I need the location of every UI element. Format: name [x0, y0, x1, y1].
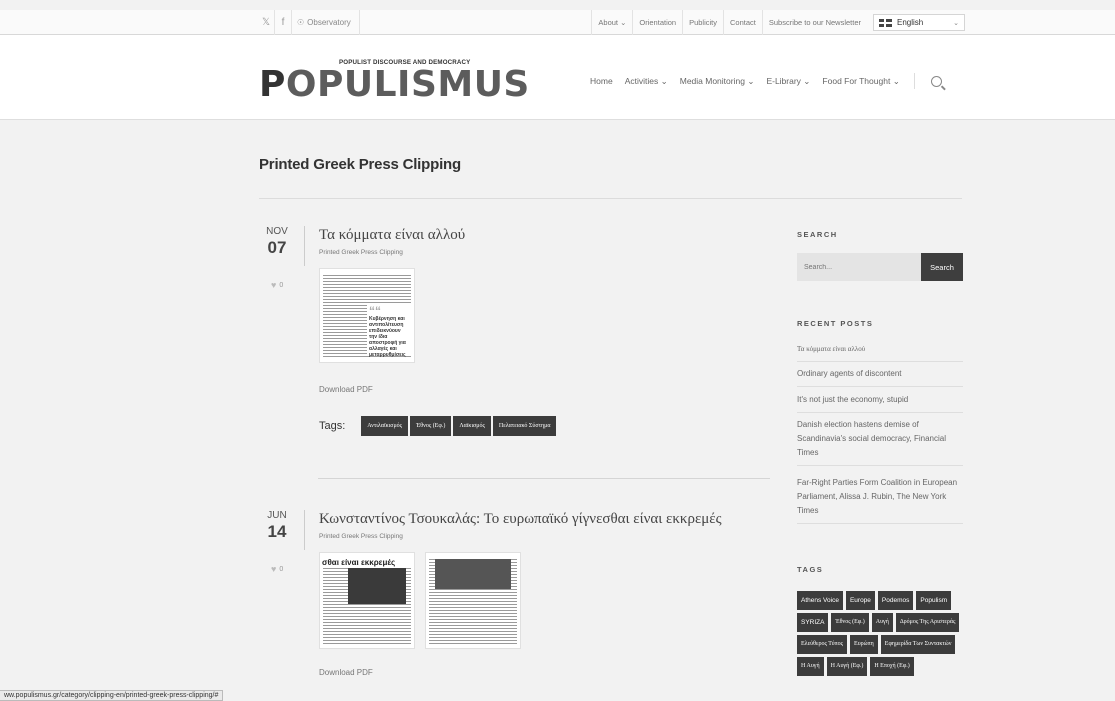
heart-icon: ♥ — [271, 280, 277, 290]
tag-link[interactable]: Η Εποχή (Εφ.) — [870, 657, 914, 676]
post-category-link[interactable]: Printed Greek Press Clipping — [319, 249, 403, 256]
tag-link[interactable]: Athens Voice — [797, 591, 843, 610]
clipping-thumbnail[interactable]: σθαι είναι εκκρεμές — [319, 552, 415, 649]
tag-link[interactable]: Πελατειακό Σύστημα — [492, 416, 557, 436]
language-select[interactable]: English ⌄ — [873, 14, 965, 31]
search-input[interactable] — [797, 253, 921, 281]
post-divider — [318, 478, 770, 479]
top-menu-publicity[interactable]: Publicity — [682, 10, 723, 35]
clipping-thumbnail[interactable]: ““ Κυβέρνηση και αντιπολίτευση επιδεικνύ… — [319, 268, 415, 363]
tag-link[interactable]: Αντιλαϊκισμός — [361, 416, 409, 436]
browser-status-bar: ww.populismus.gr/category/clipping-en/pr… — [0, 690, 224, 701]
recent-post-link[interactable]: Danish election hastens demise of Scandi… — [797, 418, 963, 466]
tag-link[interactable]: Αυγή — [871, 613, 893, 632]
post-date: JUN 14 — [267, 510, 287, 541]
post-date: NOV 07 — [266, 226, 288, 257]
observatory-link[interactable]: ☉ Observatory — [292, 10, 360, 35]
date-divider — [304, 510, 305, 550]
search-icon[interactable] — [930, 75, 942, 87]
tag-link[interactable]: Έθνος (Εφ.) — [410, 416, 452, 436]
nav-media-monitoring[interactable]: Media Monitoring ⌄ — [680, 76, 755, 87]
search-button[interactable]: Search — [921, 253, 963, 281]
tag-link[interactable]: Η Αυγή (Εφ.) — [826, 657, 868, 676]
heart-icon: ♥ — [271, 564, 277, 574]
tag-link[interactable]: Populism — [916, 591, 952, 610]
nav-e-library[interactable]: E-Library ⌄ — [766, 76, 810, 87]
post-category-link[interactable]: Printed Greek Press Clipping — [319, 533, 403, 540]
sidebar-search: Search — [797, 253, 963, 281]
chevron-down-icon: ⌄ — [953, 19, 959, 27]
nav-divider — [913, 73, 915, 89]
top-menu-about[interactable]: About ⌄ — [591, 10, 632, 35]
nav-home[interactable]: Home — [590, 76, 613, 86]
tag-link[interactable]: Ελεύθερος Τύπος — [797, 635, 848, 654]
tags-heading: TAGS — [797, 565, 824, 574]
post-tags: Tags: Αντιλαϊκισμός Έθνος (Εφ.) Λαϊκισμό… — [319, 416, 558, 436]
recent-post-link[interactable]: Far-Right Parties Form Coalition in Euro… — [797, 476, 963, 524]
clipping-pullquote: ““ Κυβέρνηση και αντιπολίτευση επιδεικνύ… — [367, 304, 412, 358]
tag-link[interactable]: SYRIZA — [797, 613, 829, 632]
facebook-icon[interactable]: f — [275, 10, 292, 35]
tag-link[interactable]: Εφημερίδα Των Συντακτών — [880, 635, 956, 654]
date-divider — [304, 226, 305, 266]
site-logo[interactable]: POPULIST DISCOURSE AND DEMOCRACY POPULIS… — [259, 59, 529, 105]
tag-link[interactable]: Δρόμος Της Αριστεράς — [895, 613, 960, 632]
top-menu-newsletter[interactable]: Subscribe to our Newsletter — [761, 10, 867, 35]
top-menu-contact[interactable]: Contact — [723, 10, 762, 35]
nav-food-for-thought[interactable]: Food For Thought ⌄ — [822, 76, 899, 87]
tag-cloud: Athens Voice Europe Podemos Populism SYR… — [797, 591, 967, 676]
tag-link[interactable]: Η Αυγή — [797, 657, 824, 676]
chevron-down-icon: ⌄ — [747, 75, 755, 86]
clipping-thumbnail[interactable] — [425, 552, 521, 649]
recent-posts-heading: RECENT POSTS — [797, 319, 874, 328]
top-menu: About ⌄ Orientation Publicity Contact Su… — [591, 10, 965, 35]
like-counter[interactable]: ♥ 0 — [271, 280, 283, 290]
tag-link[interactable]: Έθνος (Εφ.) — [831, 613, 869, 632]
search-heading: SEARCH — [797, 230, 838, 239]
uk-flag-icon — [879, 18, 892, 27]
site-header: POPULIST DISCOURSE AND DEMOCRACY POPULIS… — [0, 35, 1115, 120]
tag-link[interactable]: Ευρώπη — [850, 635, 878, 654]
recent-post-link[interactable]: It's not just the economy, stupid — [797, 393, 963, 413]
chevron-down-icon: ⌄ — [803, 75, 811, 86]
tags-label: Tags: — [319, 420, 346, 432]
recent-post-link[interactable]: Τα κόμματα είναι αλλού — [797, 342, 963, 362]
logo-wordmark: POPULISMUS — [259, 64, 530, 105]
top-menu-orientation[interactable]: Orientation — [632, 10, 682, 35]
download-pdf-link[interactable]: Download PDF — [319, 385, 373, 394]
top-bar: 𝕏 f ☉ Observatory About ⌄ Orientation Pu… — [0, 10, 1115, 35]
tag-link[interactable]: Λαϊκισμός — [453, 416, 491, 436]
twitter-icon[interactable]: 𝕏 — [258, 10, 275, 35]
chevron-down-icon: ⌄ — [892, 75, 900, 86]
page-title: Printed Greek Press Clipping — [259, 156, 461, 173]
tag-link[interactable]: Podemos — [877, 591, 914, 610]
tag-link[interactable]: Europe — [845, 591, 875, 610]
post-title-link[interactable]: Κωνσταντίνος Τσουκαλάς: Το ευρωπαϊκό γίγ… — [319, 511, 722, 528]
chevron-down-icon: ⌄ — [660, 75, 668, 86]
like-counter[interactable]: ♥ 0 — [271, 564, 283, 574]
download-pdf-link[interactable]: Download PDF — [319, 668, 373, 677]
clipping-headline: σθαι είναι εκκρεμές — [320, 557, 414, 568]
social-links: 𝕏 f ☉ Observatory — [258, 10, 360, 35]
nav-activities[interactable]: Activities ⌄ — [625, 76, 668, 87]
title-divider — [259, 198, 962, 199]
recent-post-link[interactable]: Ordinary agents of discontent — [797, 367, 963, 387]
observatory-icon: ☉ — [297, 18, 305, 27]
post-title-link[interactable]: Τα κόμματα είναι αλλού — [319, 227, 465, 244]
chevron-down-icon: ⌄ — [620, 18, 627, 27]
main-nav: Home Activities ⌄ Media Monitoring ⌄ E-L… — [590, 73, 942, 89]
